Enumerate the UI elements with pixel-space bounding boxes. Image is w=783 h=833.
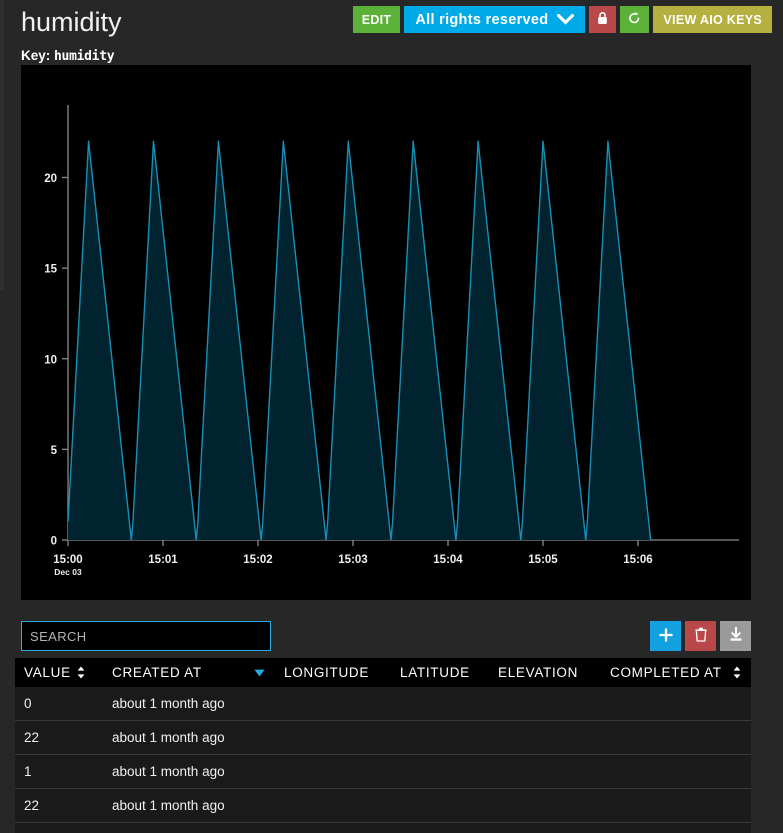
table-cell-longitude (275, 822, 391, 833)
plus-icon (658, 627, 673, 645)
undo-button[interactable] (620, 6, 650, 33)
table-actions (650, 621, 751, 651)
table-cell-created-at: about 1 month ago (103, 687, 275, 721)
table-cell-longitude (275, 720, 391, 755)
y-axis-tick-label: 0 (51, 536, 57, 548)
page-title: humidity (21, 7, 122, 37)
table-cell-created-at: about 1 month ago (103, 822, 275, 833)
y-axis-tick-label: 15 (44, 264, 57, 276)
column-header-value[interactable]: VALUE (15, 658, 103, 687)
download-data-button[interactable] (720, 621, 751, 651)
table-body: 0 about 1 month ago 22 about 1 month ago 1 ab… (15, 687, 751, 833)
table-cell-created-at: about 1 month ago (103, 720, 275, 755)
x-axis-tick-label: 15:06 (623, 554, 652, 566)
license-dropdown[interactable]: All rights reserved (404, 6, 586, 33)
header-actions: EDIT All rights reserved VIEW AIO KEYS (352, 6, 772, 33)
feed-key-value: humidity (54, 49, 115, 64)
license-dropdown-label: All rights reserved (415, 11, 549, 28)
lock-button[interactable] (589, 6, 617, 33)
humidity-area-chart[interactable]: 0 5 10 15 20 15:00Dec 03 15:01 15:02 15:03 15:04 1… (21, 65, 751, 600)
table-cell-value: 22 (15, 720, 103, 755)
table-row[interactable]: 0 about 1 month ago (15, 687, 751, 721)
column-header-completed-at[interactable]: COMPLETED AT (601, 658, 751, 687)
table-header: VALUE CREATED AT LONGITUDE LATITUDE ELEV… (15, 658, 751, 687)
y-axis-tick-label: 5 (51, 445, 58, 457)
x-axis-tick-label: 15:02 (243, 554, 272, 566)
table-row[interactable]: 22 about 1 month ago (15, 788, 751, 823)
column-header-created-at-label: CREATED AT (112, 665, 202, 680)
feed-key-label: Key: (21, 48, 51, 63)
table-cell-elevation (489, 822, 601, 833)
x-axis-tick-label: 15:03 (338, 554, 367, 566)
table-cell-longitude (275, 788, 391, 823)
table-cell-elevation (489, 754, 601, 789)
x-axis-tick-label: 15:01 (148, 554, 178, 566)
table-cell-latitude (391, 720, 489, 755)
table-cell-completed-at (601, 754, 751, 789)
trash-icon (694, 627, 707, 645)
table-cell-created-at: about 1 month ago (103, 754, 275, 789)
column-header-elevation-label: ELEVATION (498, 665, 579, 680)
table-cell-value: 22 (15, 788, 103, 823)
view-aio-keys-button[interactable]: VIEW AIO KEYS (653, 6, 772, 33)
column-header-latitude[interactable]: LATITUDE (391, 658, 489, 687)
y-axis-tick-label: 10 (44, 354, 57, 366)
table-cell-latitude (391, 754, 489, 789)
search-input[interactable] (21, 621, 271, 651)
column-header-latitude-label: LATITUDE (400, 665, 470, 680)
x-axis-date-sublabel: Dec 03 (54, 567, 82, 577)
x-axis-tick-label: 15:04 (433, 554, 463, 566)
table-cell-completed-at (601, 822, 751, 833)
chart-area-fill (68, 141, 651, 540)
lock-icon (597, 11, 608, 28)
undo-icon (628, 11, 641, 28)
chevron-down-icon (556, 13, 576, 25)
table-row[interactable]: 1about 1 month ago (15, 822, 751, 833)
table-cell-latitude (391, 687, 489, 721)
table-cell-completed-at (601, 687, 751, 721)
table-cell-longitude (275, 687, 391, 721)
column-header-value-label: VALUE (24, 665, 71, 680)
column-header-longitude-label: LONGITUDE (284, 665, 370, 680)
humidity-feed-page: humidity EDIT All rights reserved VIEW A… (0, 0, 783, 833)
y-axis-tick-label: 20 (44, 173, 57, 185)
table-cell-latitude (391, 788, 489, 823)
table-cell-elevation (489, 687, 601, 721)
sort-updown-icon[interactable] (733, 666, 741, 679)
sort-updown-icon[interactable] (77, 666, 85, 679)
x-axis-tick-label: 15:00 (53, 554, 82, 566)
table-row[interactable]: 1about 1 month ago (15, 754, 751, 789)
column-header-completed-at-label: COMPLETED AT (610, 665, 722, 680)
add-data-button[interactable] (650, 621, 681, 651)
table-cell-completed-at (601, 788, 751, 823)
feed-data-table: VALUE CREATED AT LONGITUDE LATITUDE ELEV… (15, 658, 751, 833)
feed-chart-panel[interactable]: 0 5 10 15 20 15:00 Dec 03 15:01 15:02 15:03 15:04 1… (21, 65, 751, 600)
table-cell-latitude (391, 822, 489, 833)
column-header-elevation[interactable]: ELEVATION (489, 658, 601, 687)
table-cell-value: 1 (15, 754, 103, 789)
download-icon (729, 627, 743, 645)
table-cell-longitude (275, 754, 391, 789)
table-cell-elevation (489, 720, 601, 755)
table-cell-created-at: about 1 month ago (103, 788, 275, 823)
table-header-row: VALUE CREATED AT LONGITUDE LATITUDE ELEV… (15, 658, 751, 687)
table-cell-value: 0 (15, 687, 103, 721)
feed-key: Key: humidity (21, 47, 115, 65)
table-row[interactable]: 22 about 1 month ago (15, 720, 751, 755)
table-cell-value: 1 (15, 822, 103, 833)
table-cell-elevation (489, 788, 601, 823)
delete-data-button[interactable] (685, 621, 716, 651)
column-header-longitude[interactable]: LONGITUDE (275, 658, 391, 687)
edit-button[interactable]: EDIT (352, 6, 401, 33)
x-axis-tick-label: 15:05 (528, 554, 558, 566)
sort-desc-icon[interactable] (254, 669, 265, 677)
table-cell-completed-at (601, 720, 751, 755)
column-header-created-at[interactable]: CREATED AT (103, 658, 275, 687)
page-scroll-strip[interactable] (0, 0, 4, 290)
